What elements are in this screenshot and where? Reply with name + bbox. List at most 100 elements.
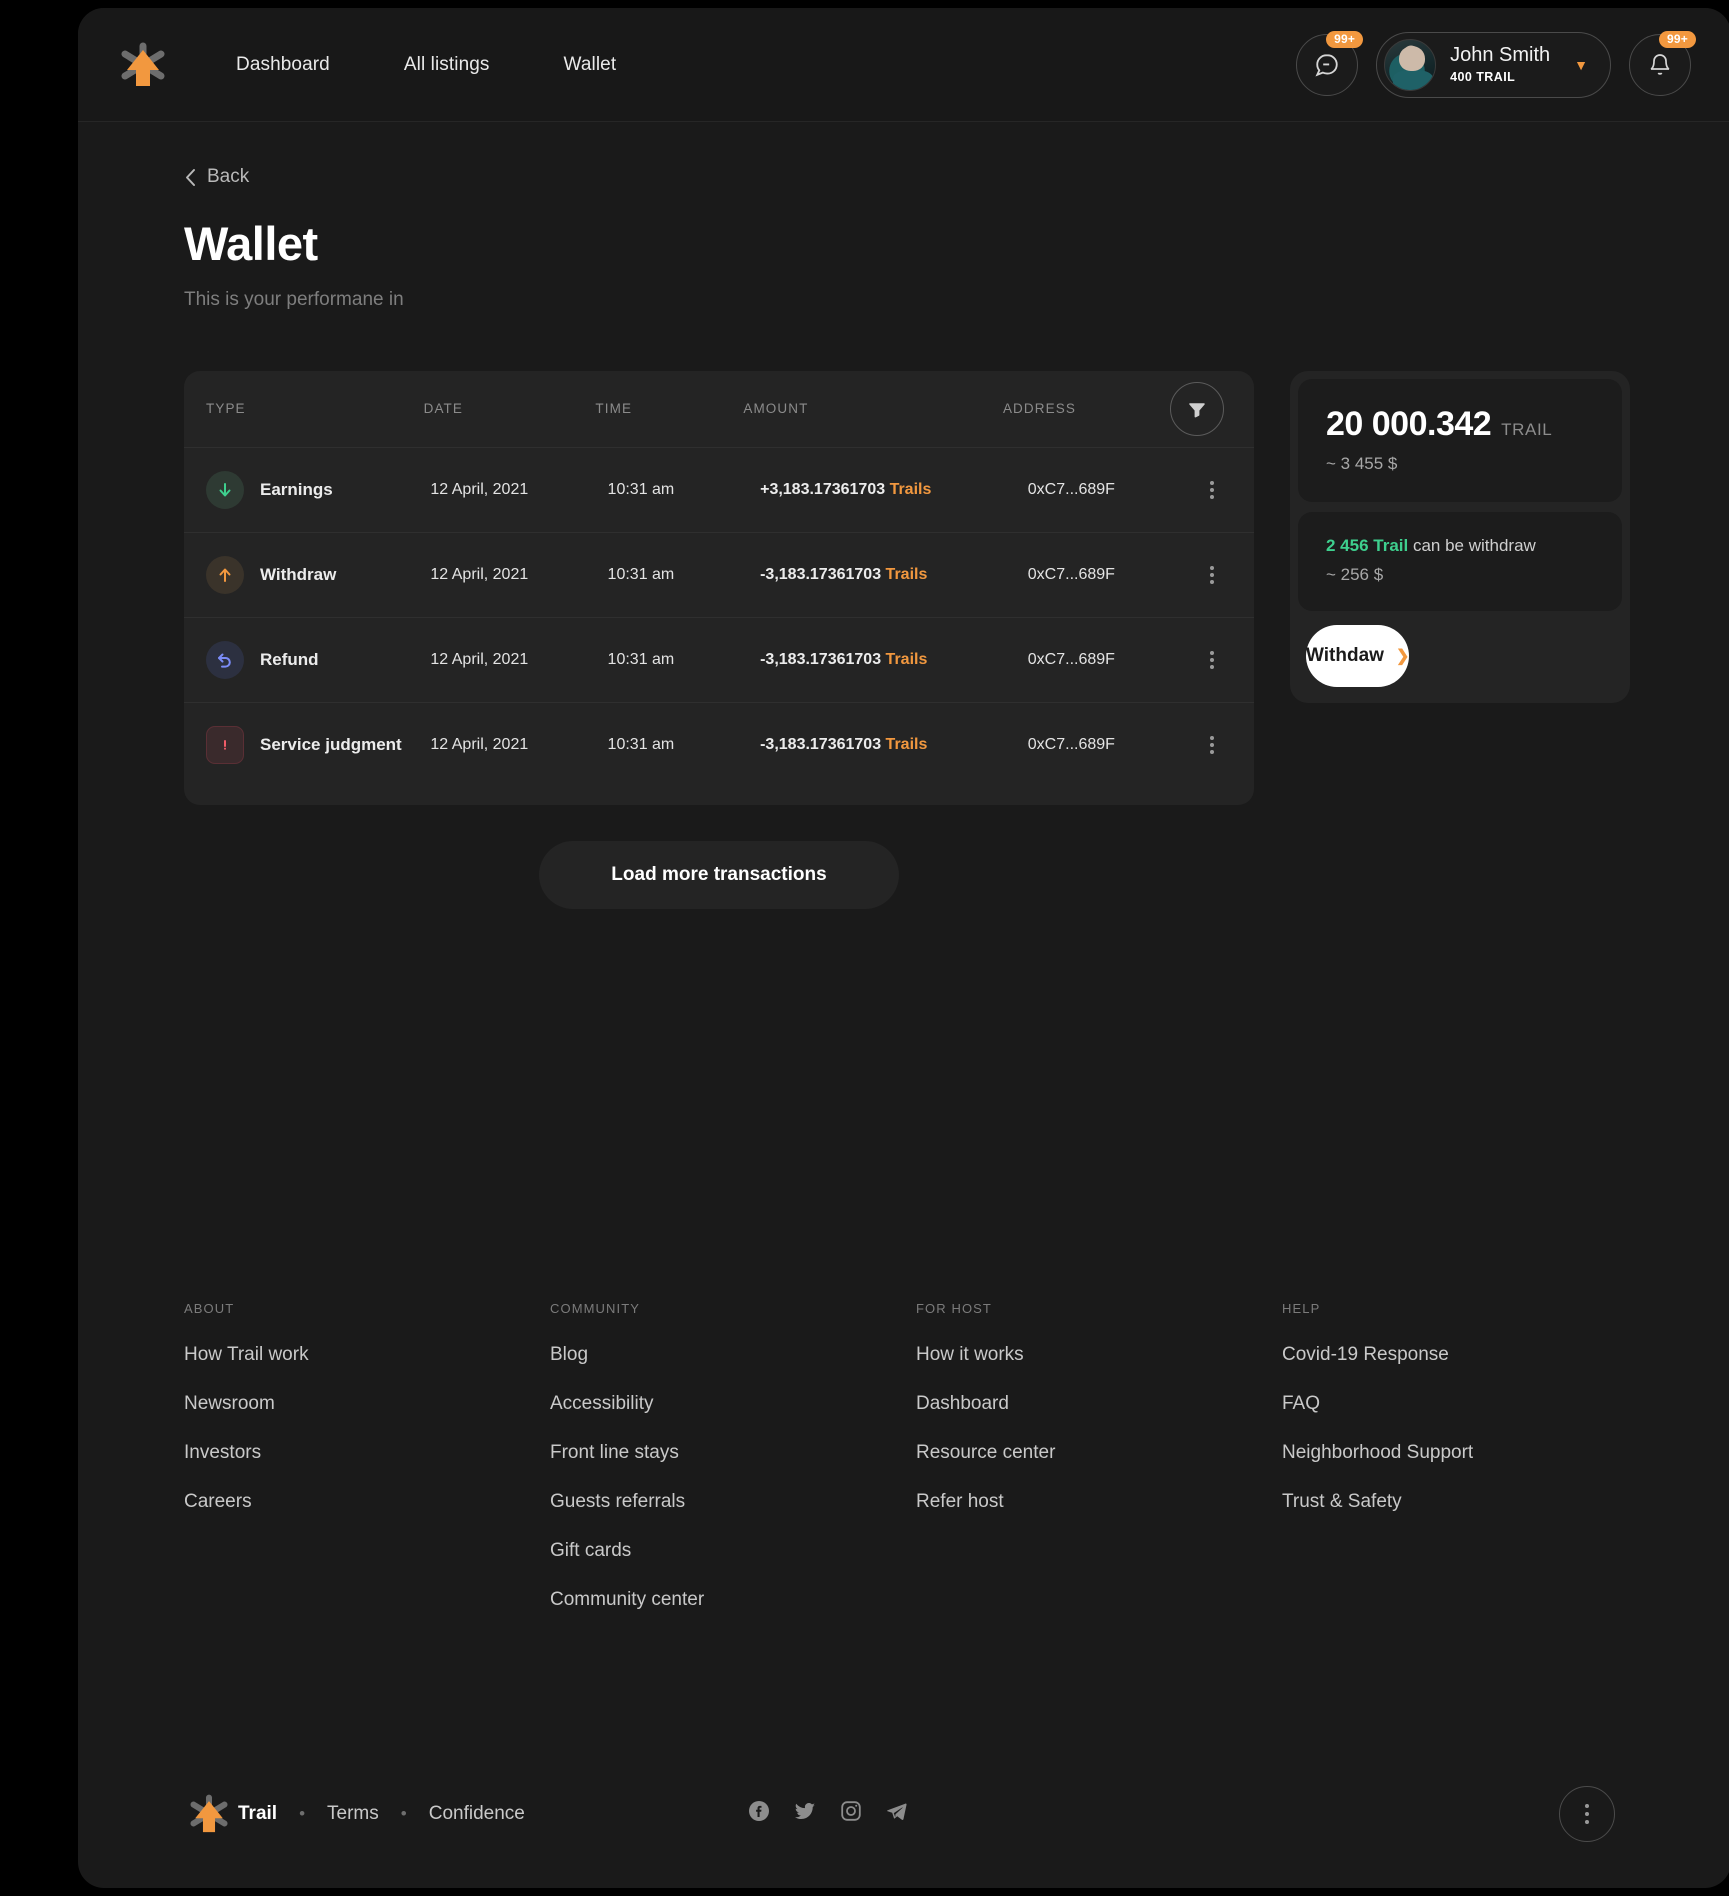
footer-link[interactable]: Neighborhood Support bbox=[1282, 1442, 1473, 1464]
user-avatar bbox=[1384, 38, 1437, 91]
nav-item-all-listings[interactable]: All listings bbox=[404, 54, 490, 76]
amount-unit: Trails bbox=[885, 650, 928, 668]
top-navigation-bar: Dashboard All listings Wallet 99+ John S… bbox=[78, 8, 1729, 122]
transaction-date: 12 April, 2021 bbox=[430, 480, 529, 498]
arrow-up-icon bbox=[206, 555, 244, 594]
column-header-address: ADDRESS bbox=[1002, 401, 1076, 416]
amount-unit: Trails bbox=[889, 480, 932, 498]
transaction-date: 12 April, 2021 bbox=[430, 650, 529, 668]
transaction-type: Refund bbox=[260, 649, 319, 669]
transaction-time: 10:31 am bbox=[607, 565, 675, 583]
trail-asterisk-logo[interactable] bbox=[184, 1789, 234, 1839]
footer-link[interactable]: Covid-19 Response bbox=[1282, 1344, 1473, 1366]
more-options-button[interactable] bbox=[1559, 1785, 1615, 1842]
user-balance: 400 TRAIL bbox=[1450, 70, 1516, 85]
table-row[interactable]: Earnings 12 April, 2021 10:31 am +3,183.… bbox=[184, 446, 1254, 532]
kebab-menu-icon bbox=[1200, 730, 1224, 760]
footer-terms-link[interactable]: Terms bbox=[327, 1803, 379, 1825]
row-menu-button[interactable] bbox=[1200, 645, 1224, 675]
load-more-transactions-button[interactable]: Load more transactions bbox=[539, 840, 899, 909]
footer-link[interactable]: Trust & Safety bbox=[1282, 1491, 1473, 1513]
table-row[interactable]: Refund 12 April, 2021 10:31 am -3,183.17… bbox=[184, 616, 1254, 702]
notifications-button[interactable]: 99+ bbox=[1629, 30, 1696, 96]
telegram-icon[interactable] bbox=[885, 1799, 909, 1828]
back-button[interactable]: Back bbox=[184, 166, 249, 188]
withdraw-button[interactable]: Withdaw ❯ bbox=[1306, 624, 1410, 687]
transaction-date: 12 April, 2021 bbox=[430, 565, 529, 583]
nav-item-dashboard[interactable]: Dashboard bbox=[236, 54, 330, 76]
row-menu-button[interactable] bbox=[1200, 475, 1224, 505]
transaction-time: 10:31 am bbox=[607, 480, 675, 498]
transactions-table: TYPE DATE TIME AMOUNT ADDRESS Earnings 1… bbox=[184, 370, 1254, 805]
table-row[interactable]: Withdraw 12 April, 2021 10:31 am -3,183.… bbox=[184, 531, 1254, 617]
nav-item-wallet[interactable]: Wallet bbox=[564, 54, 617, 76]
messages-button[interactable]: 99+ bbox=[1296, 30, 1364, 96]
footer-link[interactable]: Accessibility bbox=[550, 1393, 916, 1415]
amount-value: +3,183.17361703 bbox=[760, 480, 886, 498]
main-nav: Dashboard All listings Wallet bbox=[236, 54, 616, 76]
footer-separator: • bbox=[400, 1803, 407, 1823]
messages-badge: 99+ bbox=[1326, 30, 1364, 48]
footer-confidence-link[interactable]: Confidence bbox=[429, 1803, 525, 1825]
column-header-time: TIME bbox=[595, 401, 633, 416]
footer-link[interactable]: Investors bbox=[184, 1442, 550, 1464]
kebab-menu-icon bbox=[1200, 645, 1224, 675]
footer-link[interactable]: Refer host bbox=[916, 1491, 1282, 1513]
footer-link[interactable]: Resource center bbox=[916, 1442, 1282, 1464]
filter-button[interactable] bbox=[1169, 381, 1224, 436]
withdraw-button-label: Withdaw bbox=[1306, 644, 1384, 666]
footer-link[interactable]: Front line stays bbox=[550, 1442, 916, 1464]
footer-link[interactable]: Gift cards bbox=[550, 1540, 916, 1562]
footer-link[interactable]: Community center bbox=[550, 1589, 916, 1611]
footer-link[interactable]: Newsroom bbox=[184, 1393, 550, 1415]
withdrawable-block: 2 456 Trail can be withdraw ~ 256 $ bbox=[1298, 511, 1622, 611]
row-menu-button[interactable] bbox=[1200, 560, 1224, 590]
social-links bbox=[747, 1799, 909, 1828]
footer-column-title: COMMUNITY bbox=[550, 1300, 641, 1316]
footer-column-title: ABOUT bbox=[184, 1300, 235, 1316]
amount-unit: Trails bbox=[885, 735, 928, 753]
withdrawable-amount: 2 456 Trail bbox=[1326, 535, 1409, 555]
transaction-amount: +3,183.17361703 Trails bbox=[760, 481, 1028, 499]
screen: Dashboard All listings Wallet 99+ John S… bbox=[0, 0, 1729, 1896]
row-menu-button[interactable] bbox=[1200, 730, 1224, 760]
table-row[interactable]: Service judgment 12 April, 2021 10:31 am… bbox=[184, 701, 1254, 787]
kebab-menu-icon bbox=[1200, 560, 1224, 590]
chevron-left-icon bbox=[186, 168, 195, 186]
column-header-date: DATE bbox=[423, 401, 464, 416]
user-menu[interactable]: John Smith 400 TRAIL ▼ bbox=[1376, 31, 1611, 98]
trail-asterisk-logo[interactable] bbox=[114, 36, 172, 94]
facebook-icon[interactable] bbox=[747, 1799, 771, 1828]
transaction-amount: -3,183.17361703 Trails bbox=[760, 651, 1028, 669]
amount-unit: Trails bbox=[885, 565, 928, 583]
withdrawable-usd-equivalent: ~ 256 $ bbox=[1326, 564, 1384, 584]
footer-link[interactable]: FAQ bbox=[1282, 1393, 1473, 1415]
column-header-type: TYPE bbox=[206, 401, 246, 416]
wallet-summary: 20 000.342 TRAIL ~ 3 455 $ 2 456 Trail c… bbox=[1290, 370, 1630, 703]
instagram-icon[interactable] bbox=[839, 1799, 863, 1828]
footer-column-community: COMMUNITY Blog Accessibility Front line … bbox=[550, 1301, 916, 1638]
app-window: Dashboard All listings Wallet 99+ John S… bbox=[78, 8, 1729, 1888]
transaction-address: 0xC7...689F bbox=[1027, 735, 1115, 753]
twitter-icon[interactable] bbox=[793, 1799, 817, 1828]
balance-usd-equivalent: ~ 3 455 $ bbox=[1326, 453, 1398, 473]
column-header-amount: AMOUNT bbox=[743, 401, 809, 416]
chevron-down-icon: ▼ bbox=[1574, 56, 1588, 73]
notifications-badge: 99+ bbox=[1659, 30, 1696, 48]
kebab-menu-icon bbox=[1200, 475, 1224, 505]
footer-separator: • bbox=[299, 1803, 306, 1823]
footer-link[interactable]: Blog bbox=[550, 1344, 916, 1366]
header-actions: 99+ John Smith 400 TRAIL ▼ 99+ bbox=[1296, 30, 1696, 98]
footer-link[interactable]: How Trail work bbox=[184, 1344, 550, 1366]
footer-column-about: ABOUT How Trail work Newsroom Investors … bbox=[184, 1301, 550, 1638]
footer-column-title: FOR HOST bbox=[916, 1300, 992, 1316]
footer-link[interactable]: Careers bbox=[184, 1491, 550, 1513]
footer-bar: Trail • Terms • Confidence bbox=[184, 1785, 1677, 1882]
footer-link[interactable]: Guests referrals bbox=[550, 1491, 916, 1513]
footer-link[interactable]: How it works bbox=[916, 1344, 1282, 1366]
user-info: John Smith 400 TRAIL bbox=[1450, 44, 1550, 84]
footer-brand: Trail bbox=[238, 1802, 278, 1824]
footer-link[interactable]: Dashboard bbox=[916, 1393, 1282, 1415]
table-header-row: TYPE DATE TIME AMOUNT ADDRESS bbox=[184, 371, 1254, 447]
footer-column-title: HELP bbox=[1282, 1300, 1321, 1316]
